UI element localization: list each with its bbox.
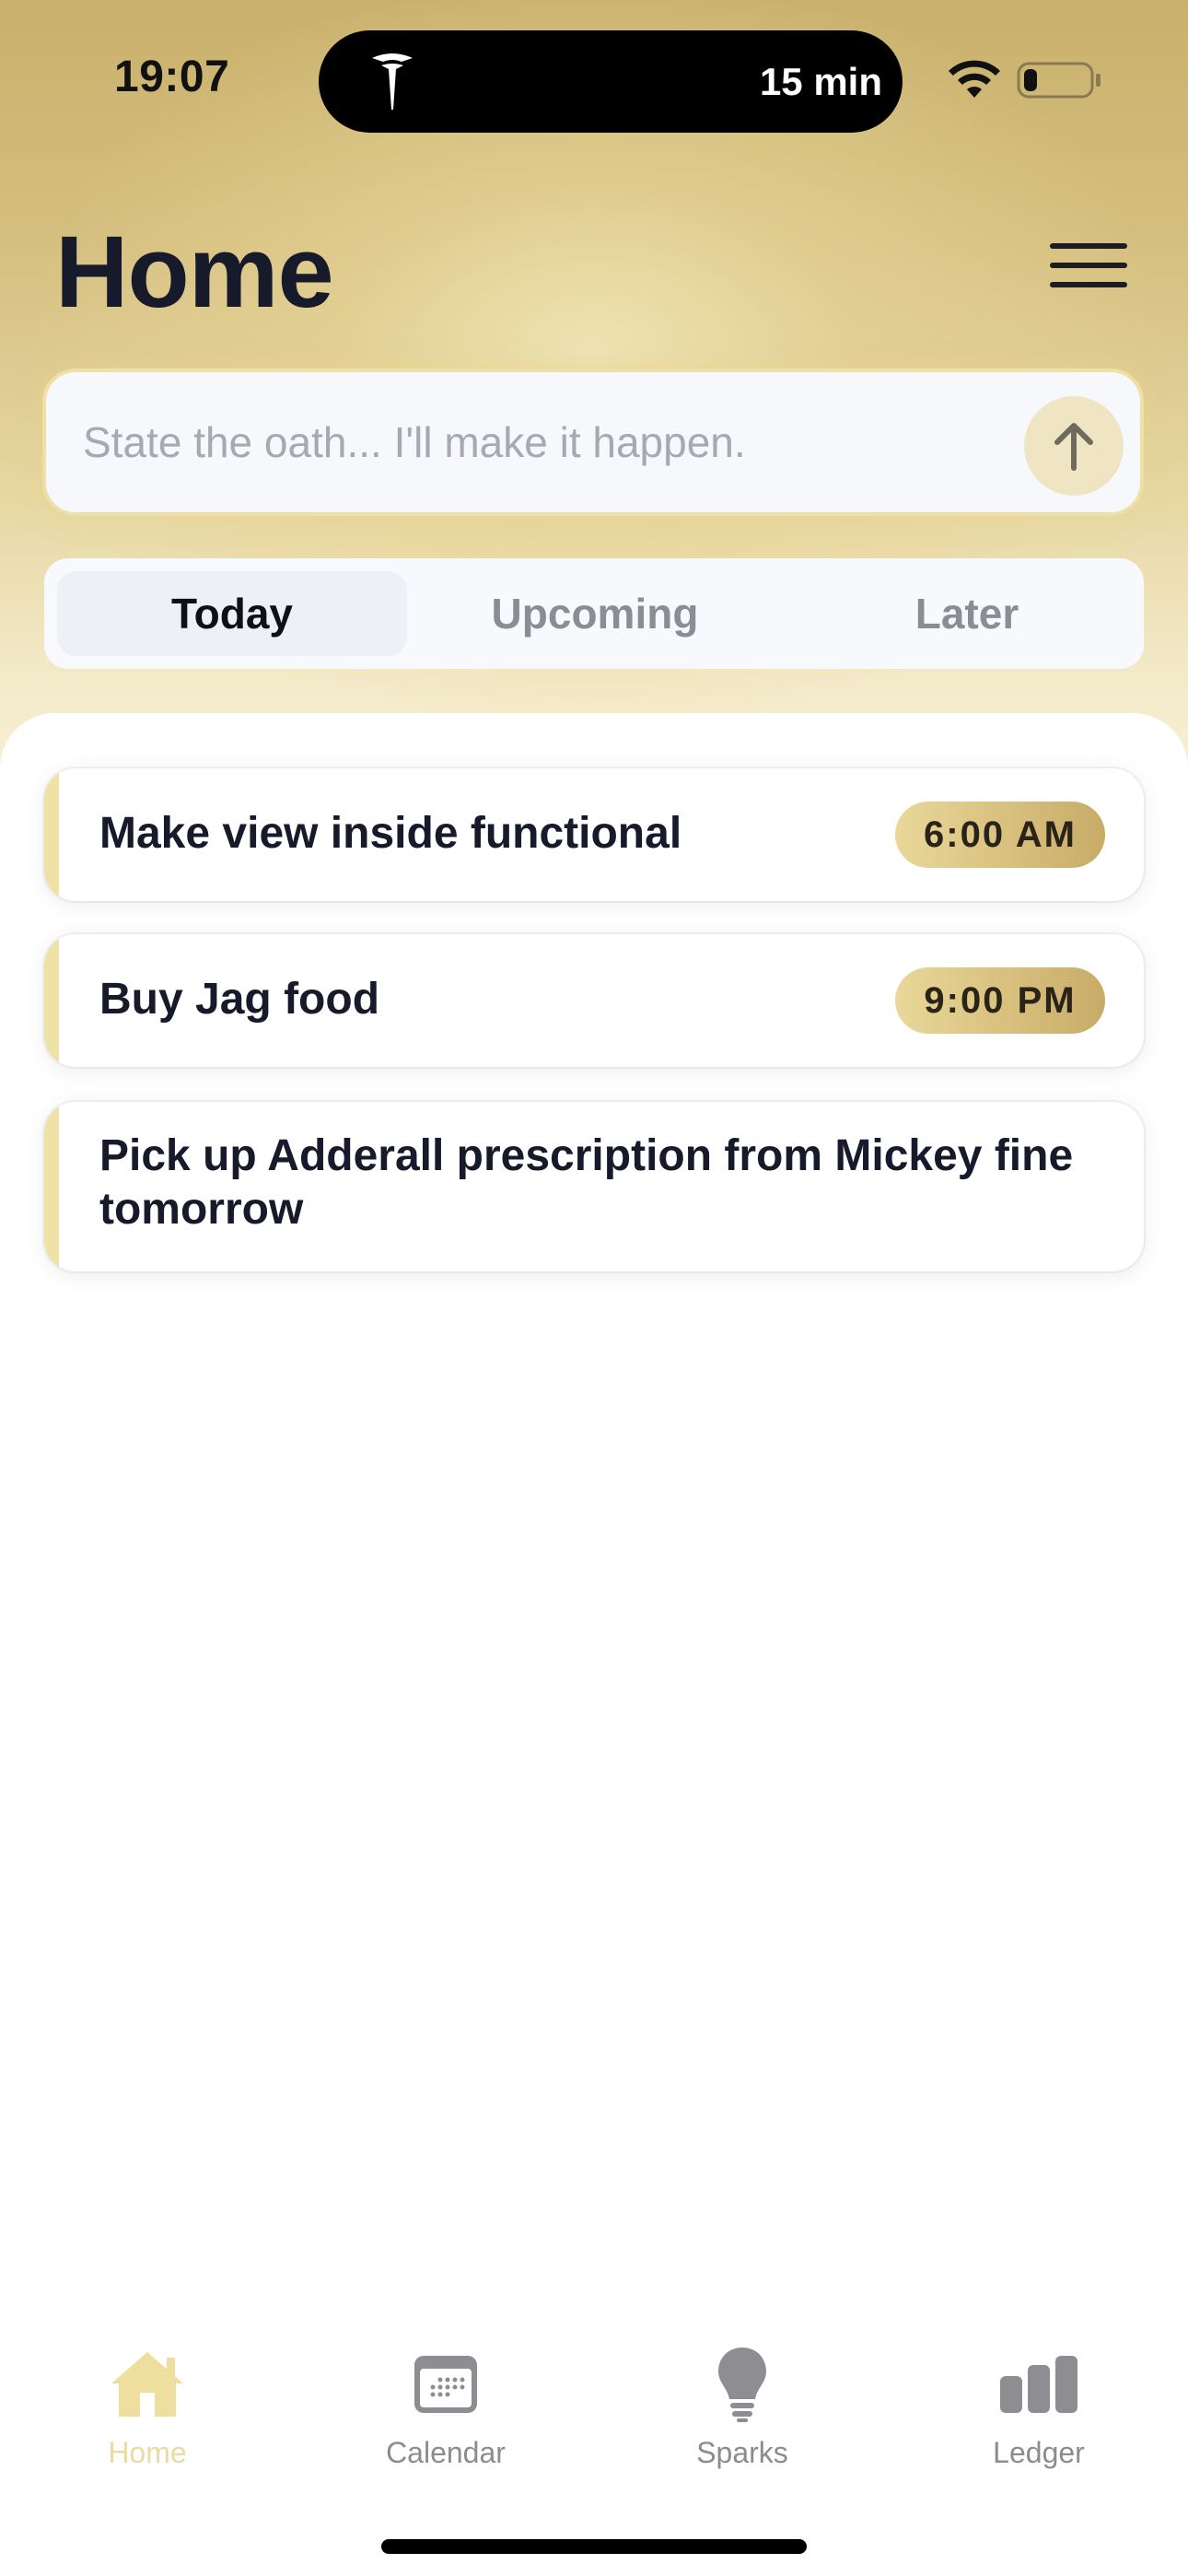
- live-activity-text: 15 min: [759, 60, 882, 103]
- task-time-badge: 9:00 PM: [895, 967, 1105, 1034]
- tab-later[interactable]: Later: [792, 571, 1142, 656]
- task-title: Make view inside functional: [99, 809, 682, 858]
- tabbar-label: Calendar: [386, 2436, 506, 2469]
- task-accent-bar: [44, 768, 59, 901]
- dynamic-island[interactable]: 15 min: [319, 30, 903, 133]
- page-title: Home: [55, 216, 334, 329]
- bottom-tab-bar: Home Calendar Sparks Ledger: [0, 2340, 1188, 2524]
- task-title: Buy Jag food: [99, 975, 380, 1024]
- calendar-icon: [414, 2356, 477, 2413]
- oath-input[interactable]: [83, 372, 1004, 512]
- tabbar-label: Ledger: [993, 2436, 1085, 2469]
- segmented-tabs: Today Upcoming Later: [44, 558, 1144, 669]
- submit-button[interactable]: [1024, 396, 1124, 496]
- house-icon: [111, 2352, 183, 2417]
- home-screen: 19:07 15 min Home Today Upcoming: [0, 0, 1188, 2576]
- tab-upcoming[interactable]: Upcoming: [420, 571, 770, 656]
- tabbar-label: Home: [108, 2436, 187, 2469]
- oath-input-container: [42, 369, 1144, 516]
- hamburger-menu-icon: [1050, 263, 1127, 268]
- home-indicator[interactable]: [381, 2539, 807, 2554]
- hamburger-menu-icon: [1050, 243, 1127, 249]
- tabbar-label: Sparks: [696, 2436, 788, 2469]
- tabbar-item-ledger[interactable]: Ledger: [938, 2340, 1140, 2488]
- task-card[interactable]: Pick up Adderall prescription from Micke…: [44, 1102, 1144, 1271]
- tabbar-item-calendar[interactable]: Calendar: [344, 2340, 547, 2488]
- task-time-badge: 6:00 AM: [895, 802, 1105, 868]
- task-accent-bar: [44, 1102, 59, 1271]
- tab-today[interactable]: Today: [57, 571, 407, 656]
- task-card[interactable]: Buy Jag food 9:00 PM: [44, 934, 1144, 1067]
- bar-chart-icon: [1000, 2356, 1077, 2413]
- task-card[interactable]: Make view inside functional 6:00 AM: [44, 768, 1144, 901]
- menu-button[interactable]: [1050, 243, 1127, 287]
- arrow-up-icon: [1054, 423, 1093, 471]
- status-time: 19:07: [114, 53, 230, 101]
- hamburger-menu-icon: [1050, 282, 1127, 287]
- tabbar-item-sparks[interactable]: Sparks: [641, 2340, 844, 2488]
- task-accent-bar: [44, 934, 59, 1067]
- wifi-icon: [949, 60, 1000, 98]
- task-title: Pick up Adderall prescription from Micke…: [99, 1131, 1074, 1234]
- tesla-logo-icon: [372, 53, 413, 110]
- lightbulb-icon: [718, 2348, 766, 2422]
- battery-icon: [1017, 62, 1101, 99]
- tabbar-item-home[interactable]: Home: [46, 2340, 249, 2488]
